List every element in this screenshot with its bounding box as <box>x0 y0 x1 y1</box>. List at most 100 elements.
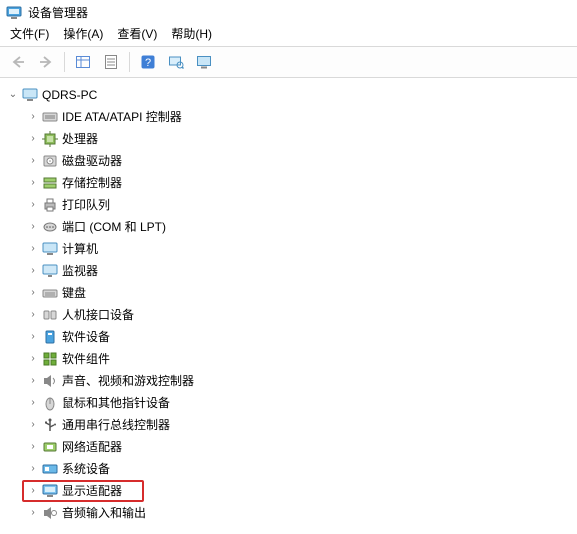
hid-icon <box>42 307 58 323</box>
arrow-right-icon <box>38 55 54 69</box>
scan-icon <box>168 54 184 70</box>
software-icon <box>42 329 58 345</box>
expand-arrow-icon[interactable]: › <box>26 238 40 260</box>
menu-view[interactable]: 查看(V) <box>117 25 157 42</box>
help-icon: ? <box>140 54 156 70</box>
expand-arrow-icon[interactable]: › <box>26 194 40 216</box>
tree-item[interactable]: › 存储控制器 <box>0 172 577 194</box>
expand-arrow-icon[interactable]: › <box>26 304 40 326</box>
menu-file[interactable]: 文件(F) <box>10 25 49 42</box>
tree-item[interactable]: › 软件组件 <box>0 348 577 370</box>
app-icon <box>6 5 22 21</box>
tree-item-label: 端口 (COM 和 LPT) <box>62 216 166 238</box>
tree-item[interactable]: › 处理器 <box>0 128 577 150</box>
monitor-icon <box>196 54 212 70</box>
expand-arrow-icon[interactable]: › <box>26 370 40 392</box>
tree-item[interactable]: › 磁盘驱动器 <box>0 150 577 172</box>
expand-arrow-icon[interactable]: › <box>26 348 40 370</box>
keyboard-icon <box>42 285 58 301</box>
tree-item-label: 计算机 <box>62 238 98 260</box>
tree-item-label: 处理器 <box>62 128 98 150</box>
expand-arrow-icon[interactable]: › <box>26 128 40 150</box>
expand-arrow-icon[interactable]: › <box>26 260 40 282</box>
storage-icon <box>42 175 58 191</box>
tree-item[interactable]: › 监视器 <box>0 260 577 282</box>
tree-item-label: 软件组件 <box>62 348 110 370</box>
tree-item-label: 鼠标和其他指针设备 <box>62 392 170 414</box>
tree-item-label: 声音、视频和游戏控制器 <box>62 370 194 392</box>
toolbar: ? <box>0 47 577 78</box>
expand-arrow-icon[interactable]: › <box>26 414 40 436</box>
back-button[interactable] <box>6 51 30 73</box>
toolbar-separator <box>129 52 130 72</box>
system-icon <box>42 461 58 477</box>
network-icon <box>42 439 58 455</box>
highlighted-item[interactable]: › 显示适配器 <box>22 480 144 502</box>
tree-root[interactable]: ⌄ QDRS-PC <box>0 84 577 106</box>
tree-item-label: 音频输入和输出 <box>62 502 146 524</box>
devices-by-type-button[interactable] <box>192 51 216 73</box>
tree-item[interactable]: › IDE ATA/ATAPI 控制器 <box>0 106 577 128</box>
console-tree-button[interactable] <box>71 51 95 73</box>
audioio-icon <box>42 505 58 521</box>
forward-button[interactable] <box>34 51 58 73</box>
expand-arrow-icon[interactable]: › <box>26 436 40 458</box>
tree-item[interactable]: › 通用串行总线控制器 <box>0 414 577 436</box>
tree-item[interactable]: › 软件设备 <box>0 326 577 348</box>
tree-item[interactable]: ›人机接口设备 <box>0 304 577 326</box>
usb-icon <box>42 417 58 433</box>
monitor-icon <box>42 263 58 279</box>
display-icon <box>42 483 58 499</box>
tree-item-label: 软件设备 <box>62 326 110 348</box>
menu-bar: 文件(F) 操作(A) 查看(V) 帮助(H) <box>0 23 577 47</box>
tree-item-label: 监视器 <box>62 260 98 282</box>
menu-action[interactable]: 操作(A) <box>63 25 103 42</box>
title-bar: 设备管理器 <box>0 0 577 23</box>
menu-help[interactable]: 帮助(H) <box>171 25 212 42</box>
tree-item-label: IDE ATA/ATAPI 控制器 <box>62 106 182 128</box>
tree-item[interactable]: › 计算机 <box>0 238 577 260</box>
tree-item-label: 网络适配器 <box>62 436 122 458</box>
expand-arrow-icon[interactable]: › <box>26 502 40 524</box>
expand-arrow-icon[interactable]: › <box>26 480 40 502</box>
expand-arrow-icon[interactable]: › <box>26 282 40 304</box>
tree-item-label: 存储控制器 <box>62 172 122 194</box>
tree-item[interactable]: › 打印队列 <box>0 194 577 216</box>
help-button[interactable]: ? <box>136 51 160 73</box>
mouse-icon <box>42 395 58 411</box>
expand-arrow-icon[interactable]: › <box>26 392 40 414</box>
expand-arrow-icon[interactable]: › <box>26 216 40 238</box>
tree-item[interactable]: › 端口 (COM 和 LPT) <box>0 216 577 238</box>
tree-item-label: 磁盘驱动器 <box>62 150 122 172</box>
properties-button[interactable] <box>99 51 123 73</box>
audio-icon <box>42 373 58 389</box>
expand-arrow-icon[interactable]: › <box>26 106 40 128</box>
window-title: 设备管理器 <box>28 4 88 21</box>
tree-item-label: 打印队列 <box>62 194 110 216</box>
scan-hardware-button[interactable] <box>164 51 188 73</box>
expand-arrow-icon[interactable]: › <box>26 326 40 348</box>
tree-item-label: 显示适配器 <box>62 480 122 502</box>
tree-item[interactable]: ›系统设备 <box>0 458 577 480</box>
computer-icon <box>42 241 58 257</box>
expand-arrow-icon[interactable]: › <box>26 458 40 480</box>
port-icon <box>42 219 58 235</box>
ide-icon <box>42 109 58 125</box>
computer-icon <box>22 87 38 103</box>
properties-icon <box>103 54 119 70</box>
device-tree: ⌄ QDRS-PC › IDE ATA/ATAPI 控制器 › 处理器 › 磁盘驱动器 › 存… <box>0 78 577 534</box>
tree-item[interactable]: › 网络适配器 <box>0 436 577 458</box>
expand-arrow-icon[interactable]: ⌄ <box>6 84 20 106</box>
disk-icon <box>42 153 58 169</box>
tree-item[interactable]: › 音频输入和输出 <box>0 502 577 524</box>
tree-item-label: 通用串行总线控制器 <box>62 414 170 436</box>
expand-arrow-icon[interactable]: › <box>26 172 40 194</box>
tree-item[interactable]: › 声音、视频和游戏控制器 <box>0 370 577 392</box>
cpu-icon <box>42 131 58 147</box>
tree-item-label: 键盘 <box>62 282 86 304</box>
tree-item[interactable]: › 显示适配器 <box>0 480 577 502</box>
tree-item[interactable]: › 键盘 <box>0 282 577 304</box>
tree-item[interactable]: › 鼠标和其他指针设备 <box>0 392 577 414</box>
toolbar-separator <box>64 52 65 72</box>
expand-arrow-icon[interactable]: › <box>26 150 40 172</box>
